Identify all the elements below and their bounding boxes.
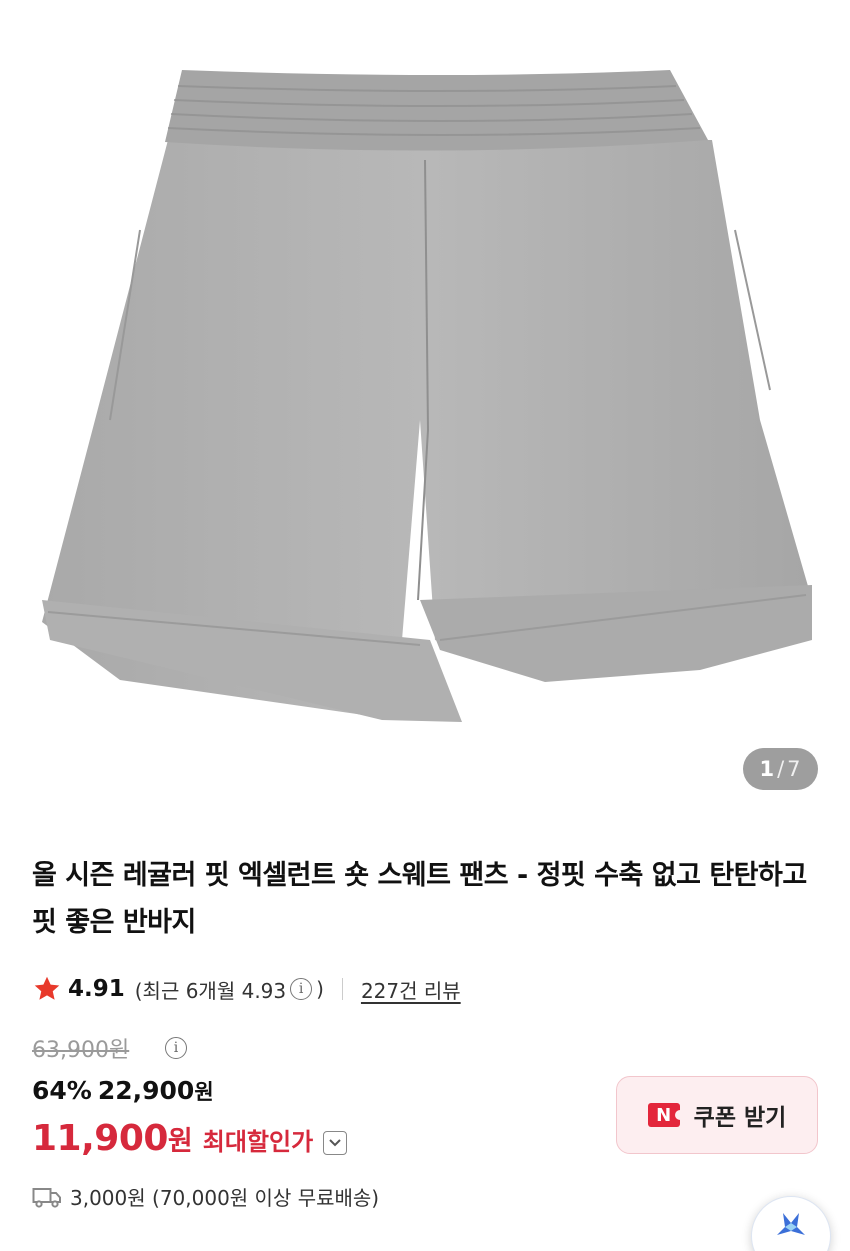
product-title: 올 시즌 레귤러 핏 엑셀런트 숏 스웨트 팬츠 - 정핏 수축 없고 탄탄하고… xyxy=(32,860,807,938)
recent-rating: (최근 6개월 4.93 i ) xyxy=(135,975,324,1004)
max-discount-price: 11,900 xyxy=(32,1118,168,1159)
coupon-button-label: 쿠폰 받기 xyxy=(693,1105,787,1131)
price-info-icon[interactable]: i xyxy=(165,1037,187,1059)
recent-rating-close: ) xyxy=(316,977,324,1001)
rating-row: 4.91 (최근 6개월 4.93 i ) 227건 리뷰 xyxy=(32,970,461,1008)
floating-assistant-button[interactable] xyxy=(751,1196,831,1251)
product-image-gallery[interactable]: 1 / 7 xyxy=(0,0,850,812)
shipping-info: 3,000원 (70,000원 이상 무료배송) xyxy=(32,1182,379,1211)
page-separator: / xyxy=(777,757,786,781)
recent-rating-text: (최근 6개월 4.93 xyxy=(134,978,287,1003)
shipping-text: 3,000원 (70,000원 이상 무료배송) xyxy=(70,1186,380,1210)
image-page-indicator: 1 / 7 xyxy=(743,748,818,790)
max-discount-label: 최대할인가 xyxy=(202,1128,314,1156)
total-pages: 7 xyxy=(787,757,802,781)
grey-sweat-shorts-image xyxy=(42,70,812,722)
reviews-link[interactable]: 227건 리뷰 xyxy=(361,975,461,1004)
discount-percent: 64% xyxy=(32,1076,92,1105)
sparkle-icon xyxy=(777,1213,805,1235)
current-page: 1 xyxy=(759,757,776,781)
sale-currency: 원 xyxy=(194,1080,214,1104)
rating-score: 4.91 xyxy=(68,976,125,1002)
info-icon[interactable]: i xyxy=(290,978,313,1000)
truck-icon xyxy=(32,1187,61,1208)
max-discount-currency: 원 xyxy=(167,1126,193,1157)
star-icon xyxy=(34,976,60,1000)
sale-price-row: 64% 22,900 원 xyxy=(32,1076,214,1106)
divider xyxy=(341,978,343,1000)
coupon-button[interactable]: N 쿠폰 받기 xyxy=(616,1076,818,1154)
sale-price: 22,900 xyxy=(97,1076,195,1105)
naver-coupon-icon: N xyxy=(647,1103,681,1127)
original-price: 63,900원 xyxy=(32,1038,130,1063)
max-discount-row[interactable]: 11,900 원 최대할인가 xyxy=(32,1118,348,1159)
chevron-down-icon[interactable] xyxy=(323,1131,348,1155)
